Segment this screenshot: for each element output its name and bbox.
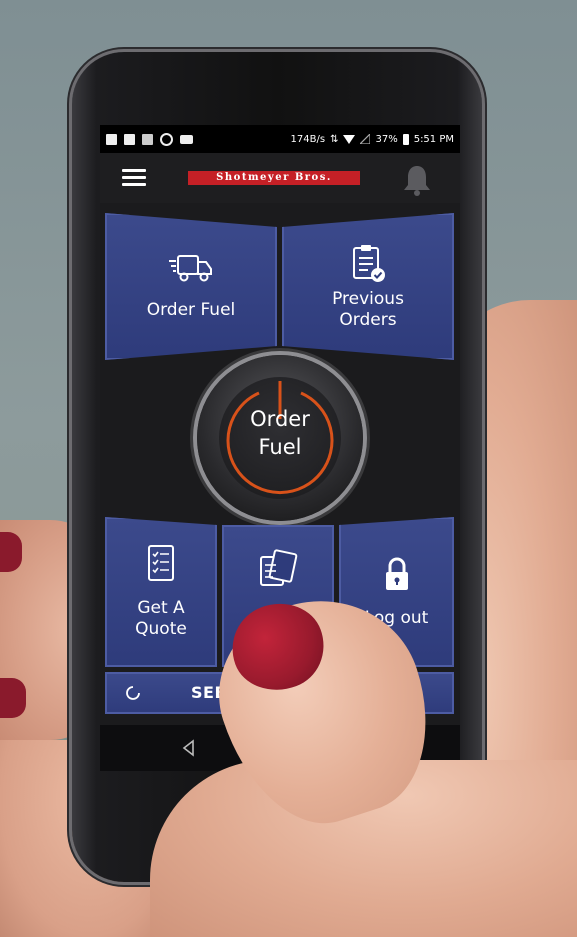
order-fuel-tile[interactable]: Order Fuel — [105, 213, 277, 360]
refresh-icon — [126, 686, 140, 700]
battery-percent: 37% — [375, 133, 398, 145]
order-fuel-label: Order Fuel — [146, 300, 236, 320]
hamburger-menu-icon[interactable] — [122, 169, 146, 187]
get-quote-tile[interactable]: Get A Quote — [105, 517, 217, 667]
app-bar: Shotmeyer Bros. — [100, 153, 460, 203]
previous-orders-tile[interactable]: Previous Orders — [282, 213, 454, 360]
power-label-line1: Order — [250, 407, 310, 431]
fuel-truck-icon — [169, 255, 212, 282]
battery-icon — [402, 133, 409, 145]
notification-icon — [106, 133, 117, 145]
notification-icons — [106, 132, 193, 146]
shield-icon — [160, 132, 173, 146]
bell-icon[interactable] — [400, 163, 434, 197]
order-fuel-power-button[interactable]: Order Fuel — [197, 355, 363, 521]
status-right: 174B/s ⇅ 37% 5:51 PM — [290, 133, 454, 145]
get-quote-label-1: Get A — [137, 598, 185, 618]
power-label-line2: Fuel — [258, 435, 302, 459]
clipboard-check-icon — [353, 244, 385, 282]
data-arrows-icon: ⇅ — [330, 133, 339, 145]
network-speed: 174B/s — [290, 133, 326, 145]
documents-icon — [260, 549, 298, 586]
image-icon — [142, 133, 153, 145]
clock: 5:51 PM — [413, 133, 454, 145]
youtube-icon — [180, 134, 193, 144]
checklist-icon — [148, 545, 174, 581]
previous-orders-label-1: Previous — [332, 288, 404, 309]
previous-orders-label-2: Orders — [339, 309, 397, 330]
get-quote-label-2: Quote — [135, 619, 187, 639]
wifi-icon — [343, 135, 356, 144]
signal-icon — [360, 134, 371, 144]
left-fingernail — [0, 532, 22, 572]
left-fingernail-lower — [0, 678, 26, 718]
brand-logo: Shotmeyer Bros. — [188, 171, 360, 185]
notification-icon — [124, 133, 135, 145]
status-bar: 174B/s ⇅ 37% 5:51 PM — [100, 125, 460, 153]
lock-icon — [385, 557, 408, 590]
back-icon[interactable] — [178, 737, 200, 759]
power-button-label: Order Fuel — [197, 405, 363, 461]
